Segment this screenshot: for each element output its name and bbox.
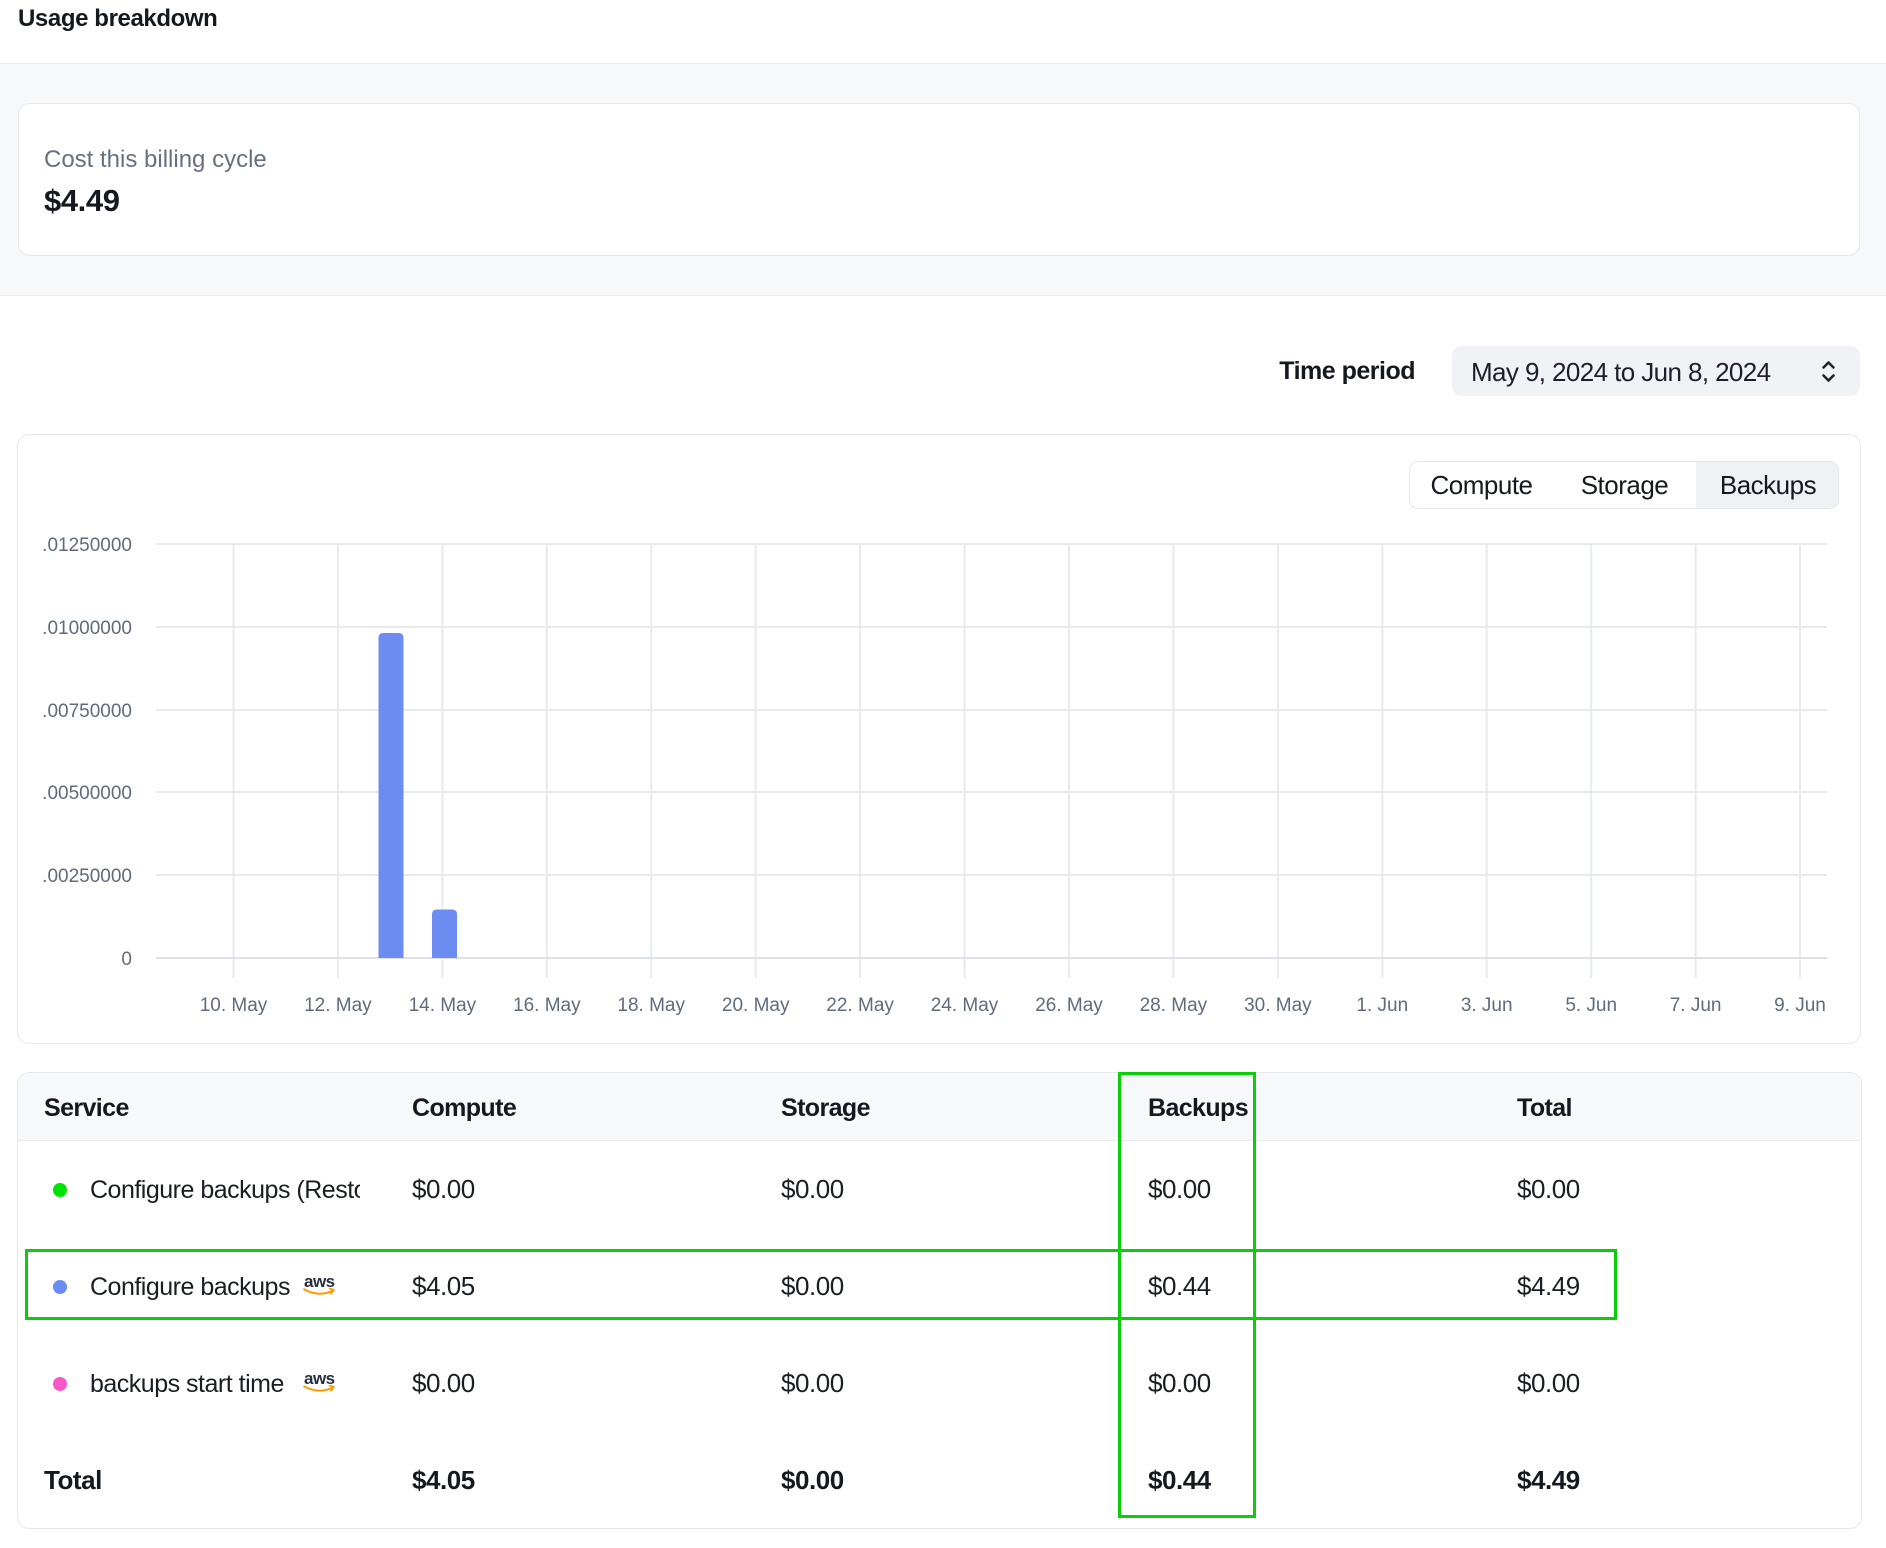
svg-text:5. Jun: 5. Jun — [1565, 995, 1617, 1016]
svg-text:.00500000: .00500000 — [42, 783, 132, 804]
svg-text:16. May: 16. May — [513, 995, 581, 1016]
svg-text:26. May: 26. May — [1035, 995, 1103, 1016]
svg-text:1. Jun: 1. Jun — [1356, 995, 1408, 1016]
svg-text:28. May: 28. May — [1140, 995, 1208, 1016]
svg-text:.00750000: .00750000 — [42, 701, 132, 722]
svg-text:22. May: 22. May — [826, 995, 894, 1016]
svg-text:20. May: 20. May — [722, 995, 790, 1016]
svg-text:14. May: 14. May — [409, 995, 477, 1016]
svg-text:30. May: 30. May — [1244, 995, 1312, 1016]
svg-text:18. May: 18. May — [617, 995, 685, 1016]
svg-text:12. May: 12. May — [304, 995, 372, 1016]
svg-text:7. Jun: 7. Jun — [1670, 995, 1722, 1016]
svg-text:.01000000: .01000000 — [42, 618, 132, 639]
svg-text:24. May: 24. May — [931, 995, 999, 1016]
svg-text:3. Jun: 3. Jun — [1461, 995, 1513, 1016]
svg-text:9. Jun: 9. Jun — [1774, 995, 1826, 1016]
svg-text:.00250000: .00250000 — [42, 866, 132, 887]
svg-text:.01250000: .01250000 — [42, 535, 132, 556]
svg-text:0: 0 — [121, 949, 132, 970]
svg-text:10. May: 10. May — [200, 995, 268, 1016]
